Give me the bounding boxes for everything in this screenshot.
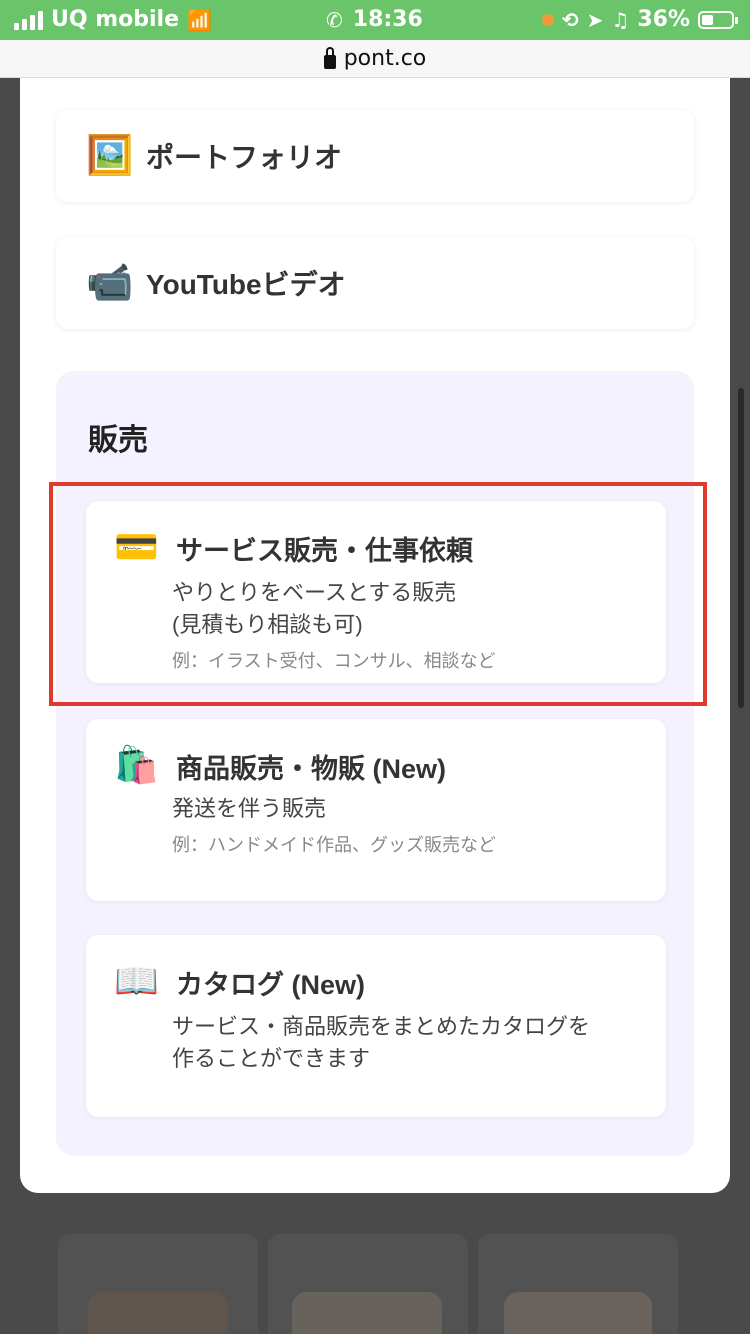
sale-option-description: (見積もり相談も可) [172,612,363,637]
sale-option-title: サービス販売・仕事依頼 [176,536,473,566]
option-label: YouTubeビデオ [146,269,346,300]
sales-section: 販売 💳 サービス販売・仕事依頼 やりとりをベースとする販売 (見積もり相談も可… [56,371,694,1156]
gallery-card [268,1234,468,1334]
sale-option-catalog[interactable]: 📖 カタログ (New) サービス・商品販売をまとめたカタログを 作ることができ… [86,935,666,1117]
sale-option-goods[interactable]: 🛍️ 商品販売・物販 (New) 発送を伴う販売 例：ハンドメイド作品、グッズ販… [86,719,666,901]
sale-option-description: 作ることができます [172,1046,371,1071]
sale-option-description: サービス・商品販売をまとめたカタログを [172,1014,591,1039]
option-label: ポートフォリオ [146,142,343,173]
sale-option-example: 例：ハンドメイド作品、グッズ販売など [172,835,496,855]
battery-percent: 36% [637,7,690,32]
sale-option-title: 商品販売・物販 (New) [176,754,446,784]
shopping-bags-icon: 🛍️ [114,744,159,785]
signal-strength-icon [14,10,43,30]
url-domain: pont.co [343,46,427,71]
credit-card-icon: 💳 [114,526,159,567]
option-portfolio[interactable]: 🖼️ ポートフォリオ [56,110,694,202]
privacy-indicator-icon [541,13,554,26]
sale-option-description: 発送を伴う販売 [172,796,327,821]
battery-icon [698,10,738,29]
clock-time: 18:36 [352,7,423,32]
sale-option-description: やりとりをベースとする販売 [172,580,457,605]
video-camera-icon: 📹 [86,262,134,304]
lock-icon [323,46,336,69]
sale-option-service[interactable]: 💳 サービス販売・仕事依頼 やりとりをベースとする販売 (見積もり相談も可) 例… [86,501,666,683]
wifi-icon: 📶 [187,7,212,32]
phone-call-icon: ✆ [326,7,343,32]
carrier-name: UQ mobile [51,7,180,32]
status-bar: UQ mobile 📶 ✆ 18:36 ⟲ ➤ ♫ 36% [0,0,750,40]
url-bar[interactable]: pont.co [0,40,750,78]
open-book-icon: 📖 [114,960,159,1001]
rotation-lock-icon: ⟲ [561,7,579,32]
option-youtube-video[interactable]: 📹 YouTubeビデオ [56,237,694,329]
location-arrow-icon: ➤ [586,7,604,32]
gallery-card [58,1234,258,1334]
add-content-modal: 🖼️ ポートフォリオ 📹 YouTubeビデオ 販売 💳 サービス販売・仕事依頼… [20,78,730,1193]
sale-option-title: カタログ (New) [176,970,365,1000]
sale-option-example: 例：イラスト受付、コンサル、相談など [172,651,496,671]
gallery-card [478,1234,678,1334]
scrollbar[interactable] [738,388,744,708]
headphones-icon: ♫ [611,7,630,32]
section-title: 販売 [88,424,148,457]
background-gallery [0,1192,750,1334]
framed-picture-icon: 🖼️ [86,135,134,177]
